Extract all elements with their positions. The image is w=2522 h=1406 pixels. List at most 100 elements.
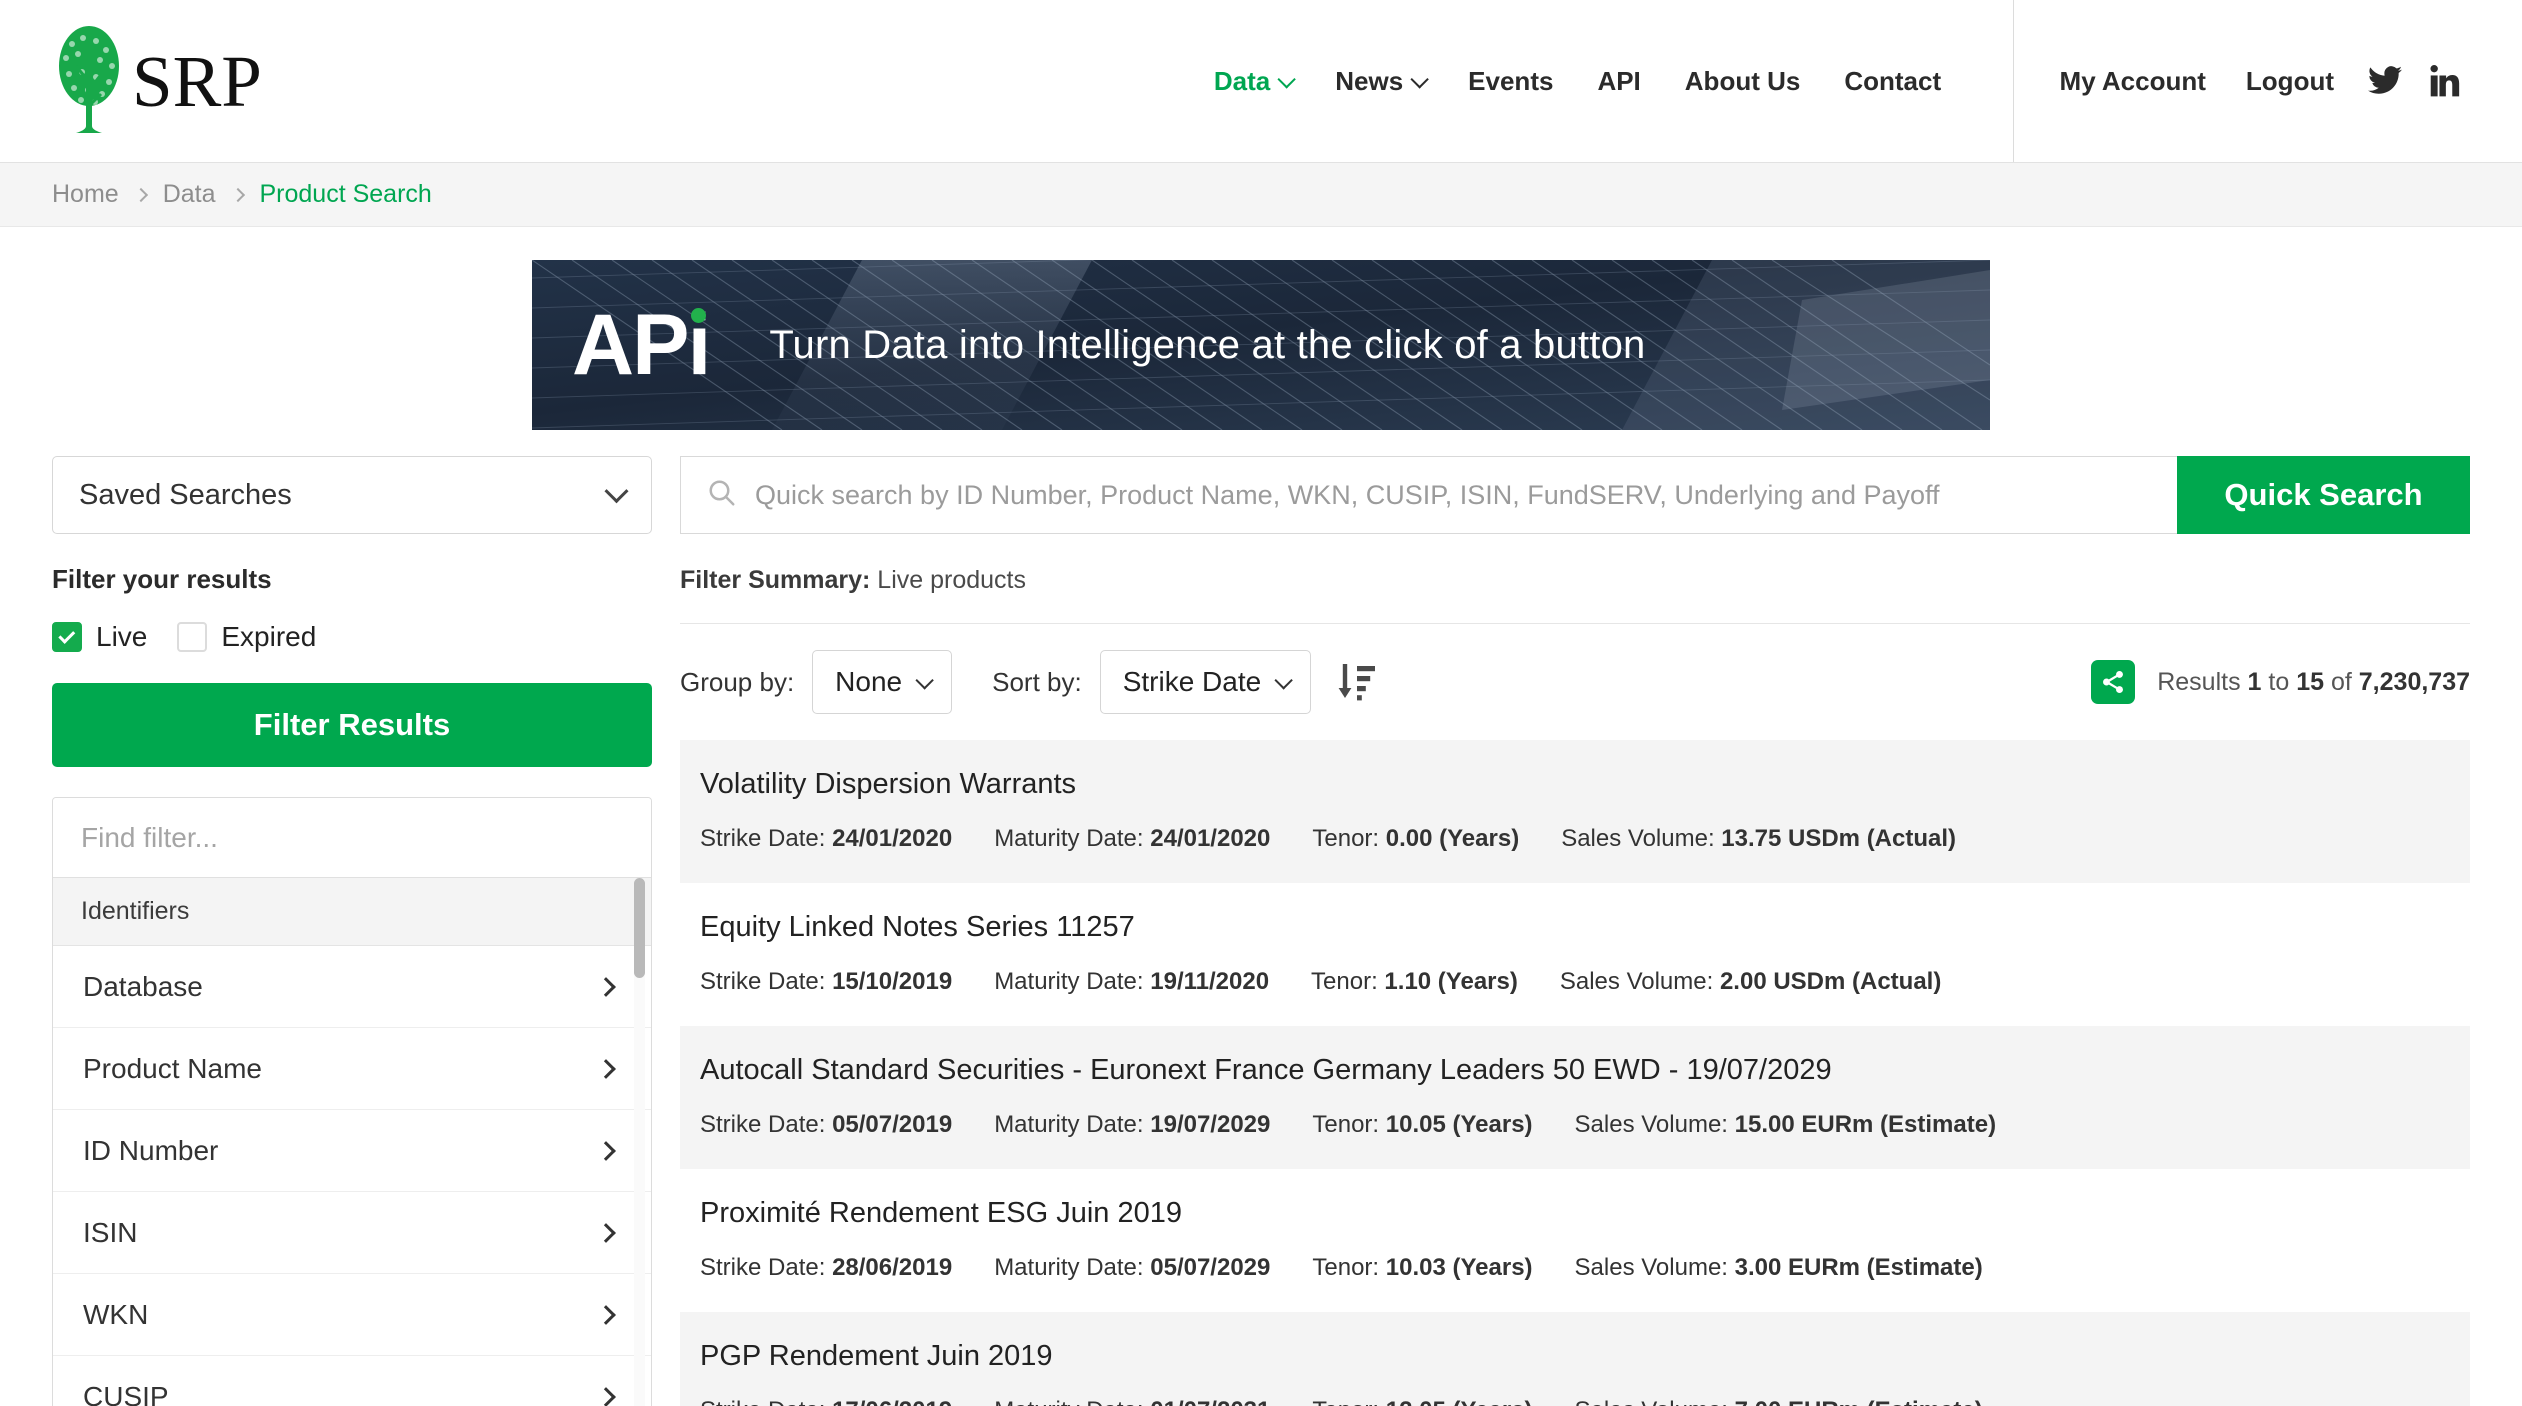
results-from: 1	[2247, 667, 2262, 696]
results-to-word: to	[2268, 667, 2290, 696]
filter-item-label: WKN	[83, 1298, 149, 1330]
tenor-label: Tenor:	[1312, 1254, 1380, 1281]
nav-item-news[interactable]: News	[1313, 66, 1446, 97]
sales-volume-cell: Sales Volume: 2.00 USDm (Actual)	[1560, 968, 1941, 996]
maturity-date-value: 19/07/2029	[1150, 1111, 1271, 1138]
banner-tagline: Turn Data into Intelligence at the click…	[769, 322, 1646, 367]
my-account-link[interactable]: My Account	[2040, 66, 2226, 97]
sales-volume-cell: Sales Volume: 7.00 EURm (Estimate)	[1575, 1397, 1983, 1406]
nav-item-contact[interactable]: Contact	[1822, 66, 1963, 97]
strike-date-label: Strike Date:	[700, 968, 826, 995]
filter-list-scrollbar-thumb[interactable]	[634, 878, 645, 978]
filter-summary-value: Live products	[877, 566, 1026, 594]
sales-volume-label: Sales Volume:	[1575, 1397, 1728, 1406]
chevron-right-icon	[596, 1058, 616, 1079]
filter-item-product-name[interactable]: Product Name	[53, 1028, 651, 1110]
sort-amount-desc-icon[interactable]	[1337, 662, 1376, 702]
checkbox-expired[interactable]: Expired	[177, 621, 316, 653]
chevron-down-icon	[1410, 69, 1429, 89]
api-promo-banner[interactable]: APi Turn Data into Intelligence at the c…	[532, 260, 1990, 430]
strike-date-label: Strike Date:	[700, 1111, 826, 1138]
result-title[interactable]: Proximité Rendement ESG Juin 2019	[700, 1197, 2450, 1230]
saved-searches-select[interactable]: Saved Searches	[52, 456, 652, 534]
result-title[interactable]: Autocall Standard Securities - Euronext …	[700, 1054, 2450, 1087]
filter-item-wkn[interactable]: WKN	[53, 1274, 651, 1356]
breadcrumb-item-home[interactable]: Home	[52, 180, 119, 209]
results-summary-area: Results 1 to 15 of 7,230,737	[2091, 660, 2470, 704]
results-controls: Group by: None Sort by: Strike Date Resu…	[680, 624, 2470, 740]
checkbox-live[interactable]: Live	[52, 621, 147, 653]
filter-item-label: Product Name	[83, 1052, 262, 1084]
maturity-date-value: 05/07/2029	[1150, 1254, 1271, 1281]
filter-item-isin[interactable]: ISIN	[53, 1192, 651, 1274]
result-title[interactable]: Equity Linked Notes Series 11257	[700, 911, 2450, 944]
quick-search-input[interactable]	[755, 479, 2177, 511]
nav-item-events[interactable]: Events	[1446, 66, 1575, 97]
nav-label: Contact	[1844, 65, 1942, 96]
filter-item-label: CUSIP	[83, 1380, 169, 1406]
filter-item-database[interactable]: Database	[53, 946, 651, 1028]
main-nav: Data News Events API About Us Contact	[1192, 66, 1963, 97]
api-logo-text: APi	[572, 302, 711, 388]
checkbox-box[interactable]	[52, 622, 82, 652]
maturity-date-value: 19/11/2020	[1150, 968, 1270, 995]
nav-label: News	[1335, 65, 1404, 96]
strike-date-label: Strike Date:	[700, 1254, 826, 1281]
linkedin-icon[interactable]	[2416, 65, 2474, 97]
filter-results-button[interactable]: Filter Results	[52, 683, 652, 767]
filter-item-cusip[interactable]: CUSIP	[53, 1356, 651, 1406]
tenor-cell: Tenor: 1.10 (Years)	[1311, 968, 1518, 996]
table-row[interactable]: Proximité Rendement ESG Juin 2019 Strike…	[680, 1169, 2470, 1312]
nav-label: API	[1597, 65, 1641, 96]
result-title[interactable]: Volatility Dispersion Warrants	[700, 768, 2450, 801]
table-row[interactable]: Volatility Dispersion Warrants Strike Da…	[680, 740, 2470, 883]
group-by-value: None	[835, 666, 903, 697]
quick-search-field[interactable]	[680, 456, 2177, 534]
sort-by-value: Strike Date	[1122, 666, 1262, 697]
group-by-select[interactable]: None	[812, 650, 953, 714]
maturity-date-label: Maturity Date:	[994, 1254, 1144, 1281]
sales-volume-cell: Sales Volume: 13.75 USDm (Actual)	[1561, 825, 1956, 853]
nav-item-about-us[interactable]: About Us	[1663, 66, 1823, 97]
quick-search-button[interactable]: Quick Search	[2177, 456, 2470, 534]
filter-summary-label: Filter Summary:	[680, 566, 871, 594]
chevron-right-icon	[230, 187, 245, 202]
sales-volume-label: Sales Volume:	[1574, 1111, 1728, 1138]
strike-date-value: 15/10/2019	[832, 968, 953, 995]
filter-item-label: Database	[83, 970, 203, 1002]
checkbox-label: Live	[96, 621, 148, 652]
strike-date-cell: Strike Date: 15/10/2019	[700, 968, 952, 996]
maturity-date-cell: Maturity Date: 24/01/2020	[994, 825, 1270, 853]
maturity-date-cell: Maturity Date: 01/07/2031	[994, 1397, 1270, 1406]
chevron-right-icon	[596, 1140, 616, 1161]
chevron-down-icon	[915, 670, 934, 690]
api-logo-label: APi	[572, 297, 711, 393]
filter-item-id-number[interactable]: ID Number	[53, 1110, 651, 1192]
tenor-value: 1.10 (Years)	[1384, 968, 1518, 995]
sales-volume-cell: Sales Volume: 3.00 EURm (Estimate)	[1575, 1254, 1983, 1282]
checkbox-box[interactable]	[177, 622, 208, 652]
find-filter-input[interactable]	[53, 798, 651, 878]
group-by-label: Group by:	[680, 666, 795, 697]
nav-item-data[interactable]: Data	[1192, 66, 1313, 97]
sort-by-label: Sort by:	[992, 666, 1082, 697]
site-logo[interactable]: SRP	[52, 22, 262, 140]
result-meta: Strike Date: 28/06/2019 Maturity Date: 0…	[700, 1254, 2450, 1282]
strike-date-value: 17/06/2019	[832, 1397, 952, 1406]
result-title[interactable]: PGP Rendement Juin 2019	[700, 1340, 2450, 1373]
tenor-value: 12.05 (Years)	[1386, 1397, 1533, 1406]
sort-by-select[interactable]: Strike Date	[1099, 650, 1312, 714]
table-row[interactable]: PGP Rendement Juin 2019 Strike Date: 17/…	[680, 1312, 2470, 1406]
chevron-right-icon	[596, 1386, 616, 1406]
strike-date-cell: Strike Date: 24/01/2020	[700, 825, 952, 853]
share-icon[interactable]	[2091, 660, 2136, 704]
strike-date-cell: Strike Date: 28/06/2019	[700, 1254, 952, 1282]
table-row[interactable]: Autocall Standard Securities - Euronext …	[680, 1026, 2470, 1169]
logout-link[interactable]: Logout	[2226, 66, 2354, 97]
breadcrumb-item-data[interactable]: Data	[163, 180, 216, 209]
nav-item-api[interactable]: API	[1575, 66, 1662, 97]
filter-summary: Filter Summary: Live products	[680, 566, 2470, 624]
table-row[interactable]: Equity Linked Notes Series 11257 Strike …	[680, 883, 2470, 1026]
twitter-icon[interactable]	[2354, 66, 2416, 96]
quick-search-row: Quick Search	[680, 456, 2470, 534]
